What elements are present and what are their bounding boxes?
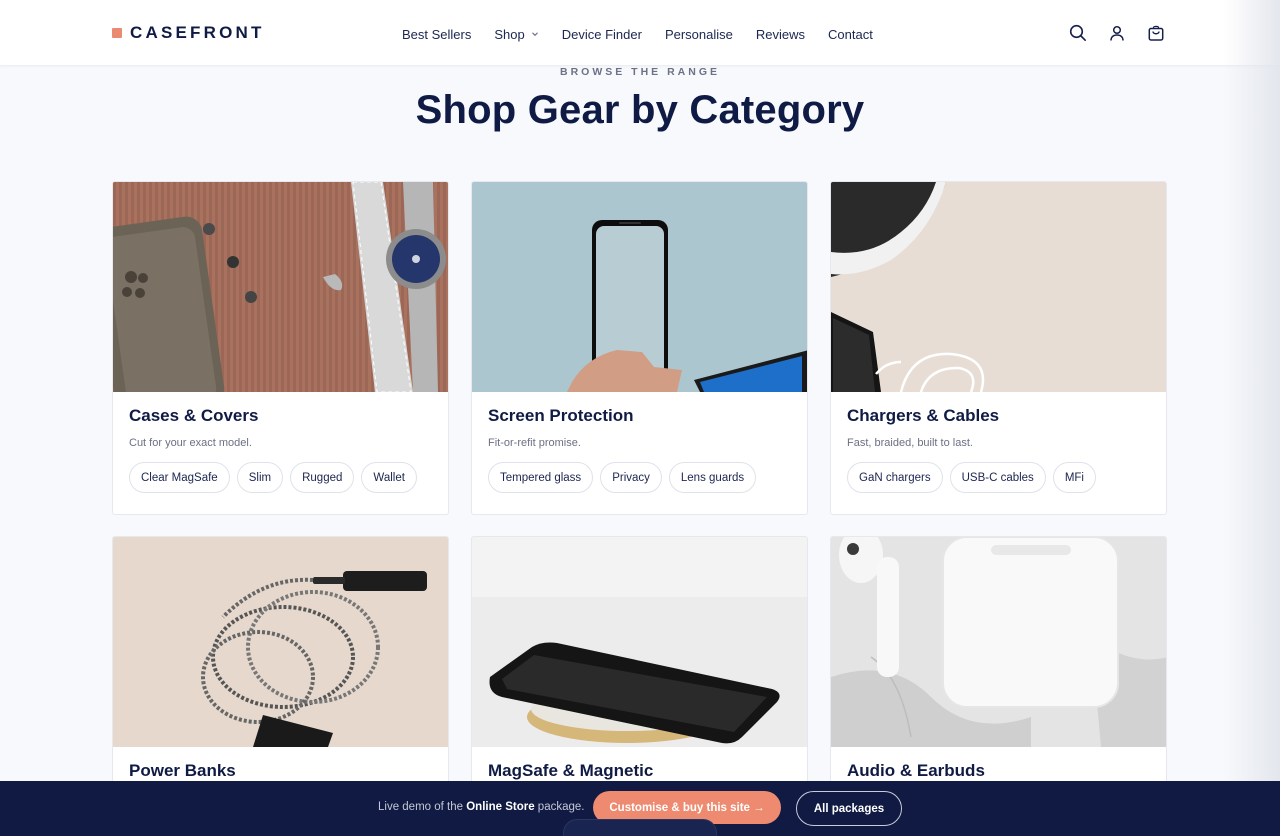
category-card-power-banks[interactable]: Power Banks bbox=[112, 536, 449, 796]
tag-pill[interactable]: MFi bbox=[1052, 462, 1096, 493]
tag-list: GaN chargers USB-C cables MFi bbox=[847, 462, 1150, 493]
logo[interactable]: CASEFRONT bbox=[112, 22, 265, 44]
nav-label: Device Finder bbox=[561, 26, 642, 42]
demo-bar: Live demo of the Online Store package. C… bbox=[0, 781, 1280, 836]
device-preview-switcher[interactable] bbox=[563, 819, 717, 836]
tag-pill[interactable]: Lens guards bbox=[668, 462, 757, 493]
category-subtitle: Cut for your exact model. bbox=[129, 437, 252, 449]
category-image bbox=[472, 182, 807, 392]
nav-label: Shop bbox=[494, 26, 525, 42]
tag-pill[interactable]: Slim bbox=[236, 462, 284, 493]
tag-pill[interactable]: Privacy bbox=[600, 462, 662, 493]
demo-text-after: package. bbox=[534, 801, 585, 813]
section-title: Shop Gear by Category bbox=[415, 88, 865, 132]
nav-label: Personalise bbox=[664, 26, 733, 42]
nav-item-personalise[interactable]: Personalise bbox=[665, 27, 733, 42]
account-icon[interactable] bbox=[1107, 23, 1127, 43]
category-image bbox=[831, 182, 1166, 392]
tag-pill[interactable]: Wallet bbox=[361, 462, 417, 493]
category-title: Chargers & Cables bbox=[847, 406, 1000, 425]
category-title: MagSafe & Magnetic bbox=[488, 761, 654, 780]
all-packages-button[interactable]: All packages bbox=[796, 791, 902, 826]
nav-item-device-finder[interactable]: Device Finder bbox=[562, 27, 642, 42]
search-icon[interactable] bbox=[1068, 23, 1088, 43]
tag-pill[interactable]: GaN chargers bbox=[847, 462, 943, 493]
category-image bbox=[113, 182, 448, 392]
main-nav: Best Sellers Shop Device Finder Personal… bbox=[402, 24, 896, 44]
site-header: CASEFRONT Best Sellers Shop Device Finde… bbox=[0, 0, 1280, 66]
nav-item-contact[interactable]: Contact bbox=[828, 27, 873, 42]
tag-pill[interactable]: Clear MagSafe bbox=[129, 462, 230, 493]
category-card-screen-protection[interactable]: Screen Protection Fit-or-refit promise. … bbox=[471, 181, 808, 515]
category-card-cases[interactable]: Cases & Covers Cut for your exact model.… bbox=[112, 181, 449, 515]
category-title: Cases & Covers bbox=[129, 406, 259, 425]
nav-item-reviews[interactable]: Reviews bbox=[756, 27, 805, 42]
category-subtitle: Fit-or-refit promise. bbox=[488, 437, 581, 449]
category-subtitle: Fast, braided, built to last. bbox=[847, 437, 973, 449]
category-title: Power Banks bbox=[129, 761, 236, 780]
cart-icon[interactable] bbox=[1146, 23, 1166, 43]
tag-list: Tempered glass Privacy Lens guards bbox=[488, 462, 791, 493]
category-image bbox=[113, 537, 448, 747]
category-card-audio[interactable]: Audio & Earbuds bbox=[830, 536, 1167, 796]
category-card-chargers[interactable]: Chargers & Cables Fast, braided, built t… bbox=[830, 181, 1167, 515]
tag-pill[interactable]: USB-C cables bbox=[949, 462, 1046, 493]
tag-pill[interactable]: Rugged bbox=[290, 462, 355, 493]
tag-list: Clear MagSafe Slim Rugged Wallet bbox=[129, 462, 432, 493]
section-eyebrow: BROWSE THE RANGE bbox=[559, 66, 720, 78]
nav-label: Best Sellers bbox=[402, 26, 472, 42]
category-image bbox=[831, 537, 1166, 747]
category-card-magsafe[interactable]: MagSafe & Magnetic bbox=[471, 536, 808, 796]
nav-item-best-sellers[interactable]: Best Sellers bbox=[402, 27, 471, 42]
category-title: Audio & Earbuds bbox=[847, 761, 985, 780]
logo-mark bbox=[112, 28, 122, 38]
category-title: Screen Protection bbox=[488, 406, 634, 425]
demo-text-package: Online Store bbox=[466, 801, 535, 813]
demo-text-before: Live demo of the bbox=[378, 801, 467, 813]
nav-item-shop[interactable]: Shop bbox=[494, 27, 538, 42]
demo-bar-text: Live demo of the Online Store package. bbox=[378, 801, 584, 813]
header-actions bbox=[1068, 22, 1166, 44]
chevron-down-icon bbox=[531, 32, 538, 37]
logo-text: CASEFRONT bbox=[130, 23, 265, 42]
nav-label: Contact bbox=[828, 26, 873, 42]
nav-label: Reviews bbox=[755, 26, 806, 42]
category-image bbox=[472, 537, 807, 747]
tag-pill[interactable]: Tempered glass bbox=[488, 462, 594, 493]
